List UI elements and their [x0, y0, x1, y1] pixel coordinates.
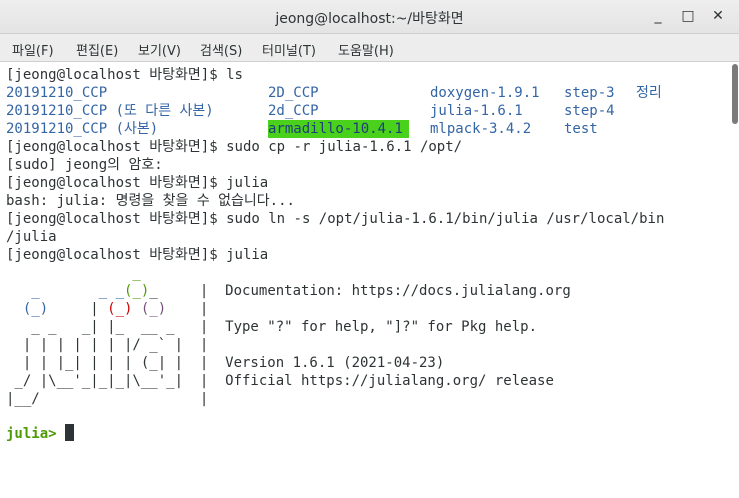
ls-entry: 2d_CCP: [268, 103, 319, 119]
maximize-button[interactable]: □: [677, 5, 699, 27]
minimize-button[interactable]: _: [647, 5, 669, 27]
julia-banner-line: _ _ _(_)_ | Documentation: https://docs.…: [6, 282, 571, 300]
banner-dot: (_): [124, 283, 150, 299]
ls-row: 20191210_CCP 2D_CCP doxygen-1.9.1 step-3…: [6, 84, 726, 102]
julia-banner-line: | | | | | | |/ _` | |: [6, 337, 209, 353]
banner-dot: (_): [22, 301, 49, 317]
ls-entry: 20191210_CCP (사본): [6, 121, 159, 137]
terminal-line: [jeong@localhost 바탕화면]$ sudo ln -s /opt/…: [6, 211, 665, 227]
terminal-line: [jeong@localhost 바탕화면]$ ls: [6, 67, 243, 83]
title-bar: jeong@localhost:~/바탕화면 _ □ ✕: [0, 0, 739, 34]
ls-entry: 2D_CCP: [268, 85, 319, 101]
menu-bar: 파일(F) 편집(E) 보기(V) 검색(S) 터미널(T) 도움말(H): [0, 34, 739, 62]
ls-entry: 정리: [636, 85, 662, 101]
ls-entry: test: [564, 121, 598, 137]
julia-banner-line: |__/ |: [6, 391, 209, 407]
terminal-line: [jeong@localhost 바탕화면]$ sudo cp -r julia…: [6, 139, 463, 155]
menu-terminal[interactable]: 터미널(T): [262, 40, 316, 59]
banner-logo: _ _ _: [6, 283, 125, 299]
banner-text: _ | Documentation: https://docs.julialan…: [149, 283, 571, 299]
julia-prompt: julia>: [6, 426, 57, 442]
ls-row: 20191210_CCP (또 다른 사본) 2d_CCP julia-1.6.…: [6, 102, 726, 120]
ls-entry: 20191210_CCP: [6, 85, 108, 101]
ls-entry-highlighted: armadillo-10.4.1: [268, 120, 409, 138]
menu-search[interactable]: 검색(S): [200, 40, 242, 59]
banner-dot: (_): [140, 301, 167, 317]
julia-banner-line: _: [6, 265, 141, 281]
menu-help[interactable]: 도움말(H): [338, 40, 394, 59]
ls-entry: step-3: [564, 85, 615, 101]
terminal-line: bash: julia: 명령을 찾을 수 없습니다...: [6, 193, 295, 209]
terminal-line: [jeong@localhost 바탕화면]$ julia: [6, 247, 269, 263]
scrollbar-thumb[interactable]: [732, 64, 738, 124]
menu-file[interactable]: 파일(F): [12, 40, 54, 59]
menu-view[interactable]: 보기(V): [138, 40, 181, 59]
terminal-output[interactable]: [jeong@localhost 바탕화면]$ ls 20191210_CCP …: [0, 62, 739, 498]
menu-edit[interactable]: 편집(E): [76, 40, 118, 59]
julia-banner-line: (_) | (_) (_) |: [22, 301, 209, 317]
terminal-line: /julia: [6, 229, 57, 245]
ls-entry: julia-1.6.1: [430, 103, 523, 119]
julia-prompt-line[interactable]: julia>: [6, 424, 75, 442]
ls-entry: step-4: [564, 103, 615, 119]
terminal-scrollbar[interactable]: [732, 64, 738, 496]
julia-banner-line: _/ |\__'_|_|_|\__'_| | Official https://…: [6, 373, 554, 389]
julia-banner-line: | | |_| | | | (_| | | Version 1.6.1 (202…: [6, 355, 445, 371]
ls-entry: doxygen-1.9.1: [430, 85, 540, 101]
julia-banner-line: _ _ _| |_ __ _ | Type "?" for help, "]?"…: [6, 319, 538, 335]
terminal-line: [jeong@localhost 바탕화면]$ julia: [6, 175, 269, 191]
close-button[interactable]: ✕: [707, 5, 729, 27]
window-title: jeong@localhost:~/바탕화면: [275, 11, 464, 27]
ls-entry: 20191210_CCP (또 다른 사본): [6, 103, 214, 119]
banner-dot: (_): [107, 301, 133, 317]
text-cursor: [65, 424, 75, 441]
ls-row: 20191210_CCP (사본) armadillo-10.4.1 mlpac…: [6, 120, 726, 138]
terminal-line: [sudo] jeong의 암호:: [6, 157, 163, 173]
ls-entry: mlpack-3.4.2: [430, 121, 532, 137]
